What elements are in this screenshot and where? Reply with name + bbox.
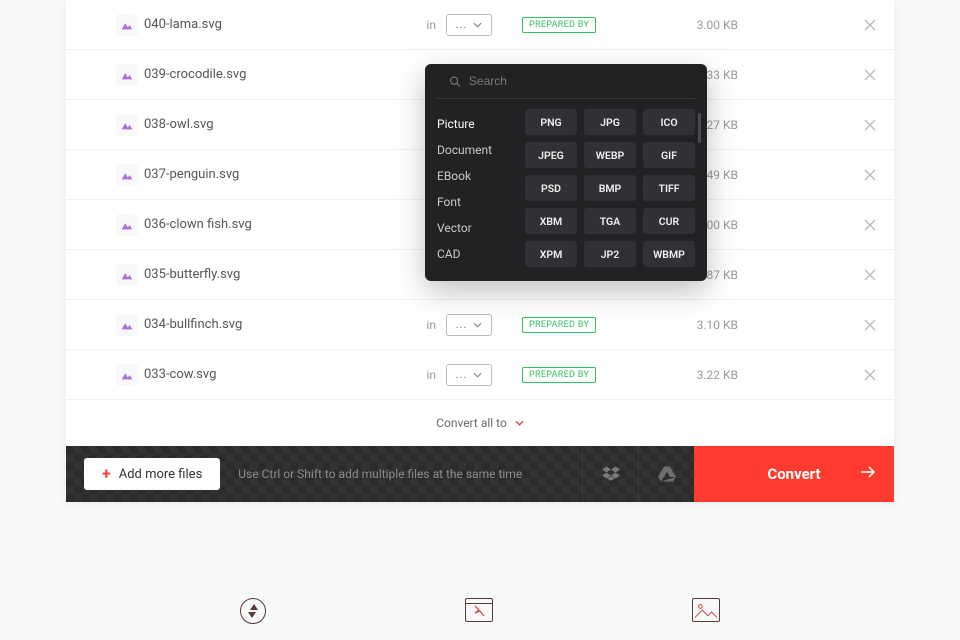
dropbox-button[interactable] [582,446,638,502]
file-name: 036-clown fish.svg [144,217,404,232]
status-badge: PREPARED BY [522,17,596,33]
convert-all-row[interactable]: Convert all to [66,400,894,446]
remove-button[interactable] [864,169,876,181]
status-badge: PREPARED BY [522,317,596,333]
format-chip[interactable]: XPM [525,241,577,267]
convert-button[interactable]: Convert [694,446,894,502]
convert-label: Convert [767,465,820,483]
format-chip[interactable]: PSD [525,175,577,201]
format-chip[interactable]: PNG [525,109,577,135]
chevron-down-icon [473,22,482,28]
remove-button[interactable] [864,219,876,231]
format-chip[interactable]: WEBP [584,142,636,168]
refresh-icon [240,598,266,624]
file-name: 035-butterfly.svg [144,267,404,282]
footer-bar: + Add more files Use Ctrl or Shift to ad… [66,446,894,502]
remove-button[interactable] [864,369,876,381]
add-more-button[interactable]: + Add more files [84,458,220,490]
file-name: 033-cow.svg [144,367,404,382]
in-label: in [410,368,440,382]
picker-category[interactable]: Picture [437,117,519,131]
picker-format-grid: PNG JPG ICO JPEG WEBP GIF PSD BMP TIFF XBM TGA CUR X… [525,109,695,267]
format-chip[interactable]: XBM [525,208,577,234]
format-chip[interactable]: JPG [584,109,636,135]
picker-category[interactable]: Document [437,143,519,157]
format-dropdown[interactable]: ... [446,14,492,36]
dropbox-icon [602,466,620,482]
format-dropdown[interactable]: ... [446,314,492,336]
file-name: 039-crocodile.svg [144,67,404,82]
format-chip[interactable]: WBMP [643,241,695,267]
add-more-label: Add more files [119,467,203,482]
remove-button[interactable] [864,69,876,81]
picker-search-row [437,64,695,99]
file-row: 033-cow.svg in ... PREPARED BY 3.22 KB [66,350,894,400]
file-size: 3.10 KB [638,318,738,332]
file-type-icon [116,164,138,186]
search-icon [449,75,461,88]
picker-category[interactable]: Font [437,195,519,209]
dropdown-value: ... [456,368,468,381]
format-chip[interactable]: GIF [643,142,695,168]
format-chip[interactable]: TGA [584,208,636,234]
cloud-icons [582,446,694,502]
picker-category[interactable]: EBook [437,169,519,183]
format-chip[interactable]: CUR [643,208,695,234]
image-icon [692,598,720,622]
file-size: 3.22 KB [638,368,738,382]
browser-icon [465,598,493,622]
in-label: in [410,318,440,332]
file-name: 034-bullfinch.svg [144,317,404,332]
remove-button[interactable] [864,119,876,131]
picker-categories: Picture Document EBook Font Vector CAD [437,109,519,267]
remove-button[interactable] [864,319,876,331]
picker-category[interactable]: Vector [437,221,519,235]
in-label: in [410,18,440,32]
plus-icon: + [102,466,111,482]
gdrive-button[interactable] [638,446,694,502]
picker-category[interactable]: CAD [437,247,519,261]
file-type-icon [116,314,138,336]
chevron-down-icon [473,372,482,378]
format-chip[interactable]: TIFF [643,175,695,201]
chevron-down-icon [515,420,524,426]
dropdown-value: ... [456,318,468,331]
file-type-icon [116,214,138,236]
status-badge: PREPARED BY [522,367,596,383]
file-name: 040-lama.svg [144,17,404,32]
format-dropdown[interactable]: ... [446,364,492,386]
file-row: 040-lama.svg in ... PREPARED BY 3.00 KB [66,0,894,50]
gdrive-icon [658,466,676,482]
arrow-right-icon [860,465,876,483]
format-chip[interactable]: JP2 [584,241,636,267]
file-name: 037-penguin.svg [144,167,404,182]
file-row: 034-bullfinch.svg in ... PREPARED BY 3.1… [66,300,894,350]
picker-scrollbar[interactable] [698,113,701,143]
remove-button[interactable] [864,19,876,31]
format-picker: Picture Document EBook Font Vector CAD PNG JPG… [425,64,707,281]
convert-all-label: Convert all to [436,416,507,430]
file-size: 3.00 KB [638,18,738,32]
remove-button[interactable] [864,269,876,281]
file-type-icon [116,114,138,136]
format-chip[interactable]: JPEG [525,142,577,168]
picker-search-input[interactable] [469,74,683,88]
file-name: 038-owl.svg [144,117,404,132]
file-type-icon [116,364,138,386]
format-chip[interactable]: BMP [584,175,636,201]
file-type-icon [116,64,138,86]
footer-hint: Use Ctrl or Shift to add multiple files … [238,467,522,481]
format-chip[interactable]: ICO [643,109,695,135]
dropdown-value: ... [456,18,468,31]
chevron-down-icon [473,322,482,328]
file-type-icon [116,264,138,286]
feature-icons-row [0,598,960,624]
file-type-icon [116,14,138,36]
